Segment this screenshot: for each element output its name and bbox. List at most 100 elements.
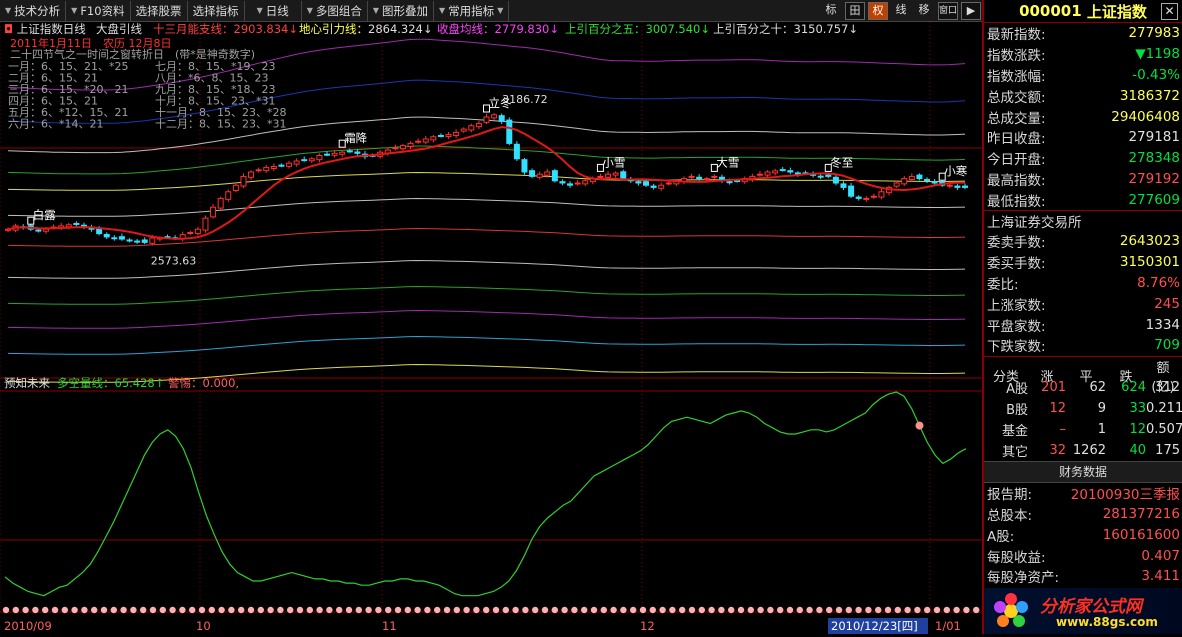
candle-body bbox=[399, 145, 406, 150]
quote-row: 委卖手数: 2643023 bbox=[984, 231, 1182, 252]
chevron-down-icon: ▼ bbox=[256, 5, 263, 15]
candle-body bbox=[316, 155, 323, 161]
rights-button[interactable]: 权 bbox=[868, 2, 888, 20]
candle-body bbox=[582, 180, 589, 185]
row-value: ▼1198 bbox=[1135, 46, 1180, 63]
candle-body bbox=[832, 176, 839, 184]
logo-text: 分析家公式网 bbox=[1040, 597, 1142, 617]
play-icon[interactable]: ▶ bbox=[961, 2, 981, 20]
row-label: 总股本: bbox=[987, 507, 1033, 524]
bottom-dot bbox=[894, 606, 901, 614]
quote-row: 平盘家数: 1334 bbox=[984, 314, 1182, 335]
bottom-dot bbox=[884, 606, 892, 614]
site-logo: 分析家公式网 www.88gs.com bbox=[984, 588, 1182, 634]
bottom-dot bbox=[904, 606, 911, 614]
bottom-dot bbox=[639, 606, 647, 614]
chart-area[interactable]: 白露霜降立冬小雪 大雪 冬至小寒 3186.72 2573.63 ◘ 上证指数日线 … bbox=[0, 22, 982, 634]
x-axis-label: 11 bbox=[382, 619, 397, 633]
menu-technical-analysis[interactable]: ▼ 技术分析 bbox=[0, 0, 67, 21]
candle-body bbox=[597, 175, 604, 178]
candle-body bbox=[696, 176, 703, 180]
window-button[interactable]: 窗口 bbox=[938, 2, 958, 20]
band-lines bbox=[7, 38, 966, 383]
header-marker-icon: ◘ bbox=[4, 22, 13, 36]
bottom-dot bbox=[796, 606, 803, 614]
candle-body bbox=[422, 138, 429, 143]
row-value: 20100930三季报 bbox=[1070, 487, 1180, 504]
candle-body bbox=[946, 184, 953, 187]
x-axis-label: 12 bbox=[640, 619, 655, 633]
bottom-dot bbox=[296, 606, 304, 614]
label-button[interactable]: 标 bbox=[821, 2, 841, 20]
menu-common-indicators[interactable]: ▼ 常用指标 ▼ bbox=[434, 0, 510, 21]
candle-body bbox=[962, 185, 968, 188]
bottom-dot bbox=[453, 606, 460, 614]
close-icon[interactable]: ✕ bbox=[1161, 3, 1178, 20]
candle-body bbox=[711, 175, 718, 178]
quote-row: 报告期: 20100930三季报 bbox=[984, 483, 1182, 504]
candle-body bbox=[202, 217, 209, 231]
bottom-dot bbox=[835, 606, 843, 614]
bottom-dot bbox=[247, 606, 255, 614]
row-label: 昨日收盘: bbox=[987, 131, 1046, 148]
candle-body bbox=[620, 171, 627, 180]
candle-body bbox=[688, 175, 695, 178]
chevron-down-icon: ▼ bbox=[5, 5, 12, 15]
line-button[interactable]: 线 bbox=[891, 2, 911, 20]
table-cell: 12 bbox=[1049, 400, 1066, 416]
bottom-dot bbox=[365, 606, 372, 614]
candle-body bbox=[232, 184, 239, 191]
menu-overlay[interactable]: ▼ 图形叠加 bbox=[368, 0, 435, 21]
chevron-down-icon: ▼ bbox=[372, 5, 380, 15]
bottom-dot bbox=[630, 606, 637, 614]
term-label: 小雪 bbox=[602, 155, 625, 169]
candle-body bbox=[870, 195, 877, 198]
row-value: 245 bbox=[1154, 295, 1180, 312]
menu-multi-chart[interactable]: ▼ 多图组合 bbox=[302, 0, 368, 21]
peak-label: 3186.72 bbox=[502, 93, 547, 106]
x-axis-label: 2010/09 bbox=[4, 619, 52, 633]
candle-body bbox=[931, 181, 938, 184]
bottom-dot bbox=[159, 606, 166, 614]
bottom-dot bbox=[728, 606, 735, 614]
candle-body bbox=[111, 237, 118, 240]
candle-body bbox=[187, 232, 194, 234]
bottom-dot bbox=[708, 606, 715, 614]
bottom-dot bbox=[571, 606, 578, 614]
quote-row: 指数涨幅: -0.43% bbox=[984, 65, 1182, 86]
candle-body bbox=[878, 191, 885, 198]
candle-body bbox=[513, 143, 520, 160]
bottom-dot bbox=[786, 606, 794, 614]
candle-body bbox=[491, 114, 498, 119]
bottom-dot bbox=[561, 606, 568, 614]
bottom-dot bbox=[198, 606, 206, 614]
x-axis-label: 10 bbox=[196, 619, 211, 633]
menu-period[interactable]: ▼ 日线 bbox=[245, 0, 302, 21]
bottom-dot bbox=[336, 606, 343, 614]
bottom-dot bbox=[659, 606, 666, 614]
candle-body bbox=[498, 115, 505, 122]
candle-body bbox=[141, 239, 148, 243]
candle-body bbox=[901, 178, 908, 185]
menu-select-stock[interactable]: 选择股票 bbox=[131, 0, 188, 21]
grid-button[interactable]: 田 bbox=[845, 2, 865, 20]
financial-data-tab[interactable]: 财务数据 bbox=[984, 460, 1182, 483]
quote-row: 最新指数: 277983 bbox=[984, 23, 1182, 44]
quote-row: 昨日收盘: 279181 bbox=[984, 127, 1182, 148]
bottom-dot bbox=[228, 606, 235, 614]
quote-row: 上涨家数: 245 bbox=[984, 293, 1182, 314]
table-cell: 33 bbox=[1129, 400, 1146, 416]
candle-body bbox=[536, 173, 543, 178]
menu-f10[interactable]: ▼ F10资料 bbox=[66, 0, 131, 21]
candle-body bbox=[643, 181, 649, 186]
quote-row: 指数涨跌: ▼1198 bbox=[984, 44, 1182, 65]
bottom-dot bbox=[424, 606, 431, 614]
menu-select-indicator[interactable]: 选择指标 bbox=[188, 0, 245, 21]
moving-average-line bbox=[7, 126, 965, 240]
candle-body bbox=[893, 182, 900, 187]
candle-body bbox=[483, 116, 490, 123]
row-label: 最低指数: bbox=[987, 193, 1046, 210]
bottom-dot bbox=[953, 606, 960, 614]
move-button[interactable]: 移 bbox=[914, 2, 934, 20]
sub-indicator-line bbox=[4, 391, 967, 597]
